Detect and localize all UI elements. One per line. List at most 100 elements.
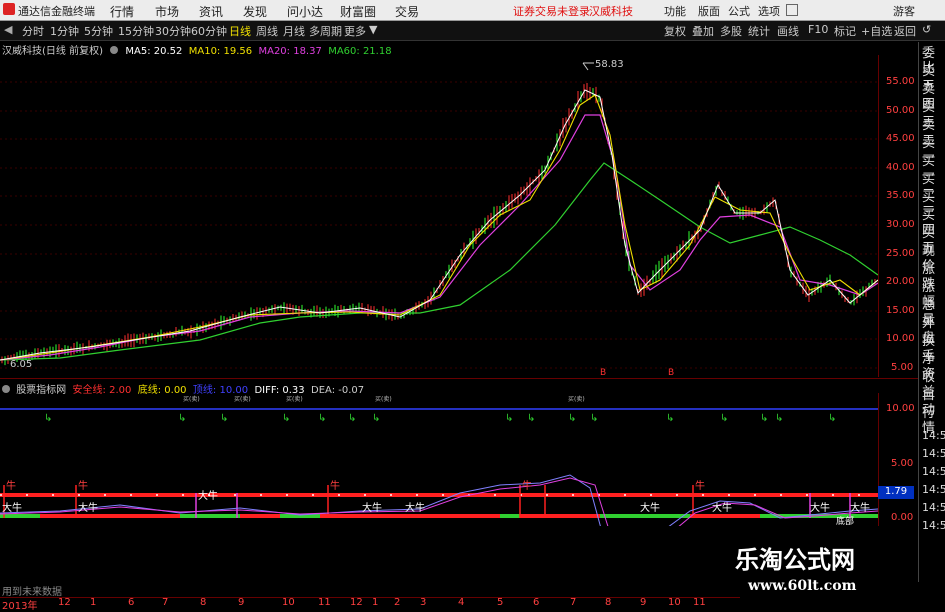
trade-login-notice[interactable]: 证券交易未登录 [513, 3, 590, 19]
x-month-label: 10 [668, 597, 681, 608]
niu-top-label: 牛 [6, 479, 16, 492]
ind-ytick-0: 0.00 [891, 512, 914, 523]
tab-15min[interactable]: 15分钟 [118, 23, 154, 39]
main-y-axis [878, 55, 919, 377]
tab-5min[interactable]: 5分钟 [84, 23, 113, 39]
ytick-20: 20.00 [886, 276, 915, 287]
svg-text:↳: ↳ [568, 413, 576, 424]
x-month-label: 5 [497, 597, 504, 608]
tab-weekly[interactable]: 周线 [256, 23, 278, 39]
niu-label: 大牛 [198, 489, 218, 502]
signal-label: 买(卖) [568, 395, 585, 403]
niu-label: 大牛 [810, 501, 830, 514]
ytick-10: 10.00 [886, 333, 915, 344]
ytick-40: 40.00 [886, 162, 915, 173]
btn-tongji[interactable]: 统计 [748, 23, 770, 39]
niu-label: 大牛 [78, 501, 98, 514]
ytick-45: 45.00 [886, 133, 915, 144]
menu-gongneng[interactable]: 功能 [664, 3, 686, 19]
x-month-label: 1 [372, 597, 379, 608]
tab-monthly[interactable]: 月线 [283, 23, 305, 39]
btn-biaoji[interactable]: 标记 [834, 23, 856, 39]
btn-diejia[interactable]: 叠加 [692, 23, 714, 39]
btn-zixuan[interactable]: +自选 [861, 23, 892, 39]
window-button-icon[interactable] [786, 4, 798, 16]
menu-wenxiaoda[interactable]: 问小达 [287, 3, 323, 20]
niu-label: 大牛 [405, 501, 425, 514]
menu-shichang[interactable]: 市场 [155, 3, 179, 20]
x-months: 12 1 6 7 8 9 10 11 12 1 2 3 4 5 6 7 8 9 10 11 [0, 597, 740, 609]
ytick-5: 5.00 [891, 362, 914, 373]
rp-time: 14:50 [922, 447, 945, 460]
ma20-line [0, 114, 878, 361]
menu-faxian[interactable]: 发现 [243, 3, 267, 20]
menu-banmian[interactable]: 版面 [698, 3, 720, 19]
period-tab-bar: ◀ 分时 1分钟 5分钟 15分钟 30分钟 60分钟 日线 周线 月线 多周期… [0, 21, 945, 41]
menu-xuanxiang[interactable]: 选项 [758, 3, 780, 19]
svg-text:↳: ↳ [282, 413, 290, 424]
x-month-label: 7 [570, 597, 577, 608]
x-month-label: 12 [58, 597, 71, 608]
rp-time: 14:50 [922, 483, 945, 496]
menu-caifuquan[interactable]: 财富圈 [340, 3, 376, 20]
svg-text:↳: ↳ [318, 413, 326, 424]
ytick-25: 25.00 [886, 248, 915, 259]
ind-ytick-5: 5.00 [891, 458, 914, 469]
tab-daily[interactable]: 日线 [229, 23, 251, 39]
btn-fanhui[interactable]: 返回 [894, 23, 916, 39]
tab-multiperiod[interactable]: 多周期 [309, 23, 342, 39]
niu-top-label: 牛 [330, 479, 340, 492]
signal-label: 买(卖) [375, 395, 392, 403]
btn-huaxian[interactable]: 画线 [777, 23, 799, 39]
svg-text:↳: ↳ [178, 413, 186, 424]
svg-text:↳: ↳ [590, 413, 598, 424]
niu-label: 大牛 [712, 501, 732, 514]
rp-time: 14:50 [922, 465, 945, 478]
app-title: 通达信金融终端 [18, 5, 95, 18]
scroll-left-icon[interactable]: ◀ [4, 23, 12, 36]
indicator-chart[interactable]: ↳ ↳ ↳ ↳ ↳ ↳ ↳ ↳ ↳ ↳ ↳ ↳ ↳ ↳ ↳ ↳ 买(卖) 买(卖) 买(卖) 买(卖… [0, 393, 878, 526]
x-month-label: 11 [318, 597, 331, 608]
niu-label: 大牛 [362, 501, 382, 514]
tab-30min[interactable]: 30分钟 [155, 23, 191, 39]
peak-price-label: 58.83 [595, 59, 624, 70]
svg-text:↳: ↳ [372, 413, 380, 424]
rp-time: 14:50 [922, 519, 945, 532]
btn-fuquan[interactable]: 复权 [664, 23, 686, 39]
stock-notice: 汉威科技 [589, 5, 633, 18]
svg-text:↳: ↳ [720, 413, 728, 424]
x-month-label: 7 [162, 597, 169, 608]
more-dropdown-icon[interactable]: ▼ [369, 23, 377, 36]
menu-bar: 通达信金融终端 行情 市场 资讯 发现 问小达 财富圈 交易 证券交易未登录 汉… [0, 0, 945, 21]
future-data-note: 用到未来数据 [2, 587, 62, 598]
guest-label[interactable]: 游客 [893, 3, 915, 19]
ytick-50: 50.00 [886, 105, 915, 116]
btn-back-arrow[interactable]: ↺ [922, 23, 931, 36]
btn-f10[interactable]: F10 [808, 23, 828, 36]
tab-1min[interactable]: 1分钟 [50, 23, 79, 39]
x-month-label: 2 [394, 597, 401, 608]
menu-gongshi[interactable]: 公式 [728, 3, 750, 19]
main-price-chart[interactable]: 58.83 6.05 B B [0, 55, 878, 377]
svg-text:↳: ↳ [666, 413, 674, 424]
x-month-label: 8 [605, 597, 612, 608]
btn-duogu[interactable]: 多股 [720, 23, 742, 39]
ma10-line [0, 94, 878, 361]
menu-jiaoyi[interactable]: 交易 [395, 3, 419, 20]
menu-zixun[interactable]: 资讯 [199, 3, 223, 20]
signal-label: 买(卖) [234, 395, 251, 403]
x-month-label: 6 [533, 597, 540, 608]
x-month-label: 12 [350, 597, 363, 608]
svg-text:↳: ↳ [775, 413, 783, 424]
x-month-label: 11 [693, 597, 706, 608]
menu-hangqing[interactable]: 行情 [110, 3, 134, 20]
signal-label: 买(卖) [183, 395, 200, 403]
tab-60min[interactable]: 60分钟 [191, 23, 227, 39]
x-month-label: 10 [282, 597, 295, 608]
indicator-gear-icon[interactable] [2, 385, 10, 393]
bottom-label: 底部 [836, 515, 854, 526]
tab-fenshi[interactable]: 分时 [22, 23, 44, 39]
right-quote-panel: 委比 卖五 卖四 卖三 卖二 卖一 买一 买二 买三 买四 买五 现价 涨跌 涨… [918, 42, 945, 582]
tab-more[interactable]: 更多 [344, 23, 366, 39]
settings-dot-icon[interactable] [110, 46, 119, 54]
